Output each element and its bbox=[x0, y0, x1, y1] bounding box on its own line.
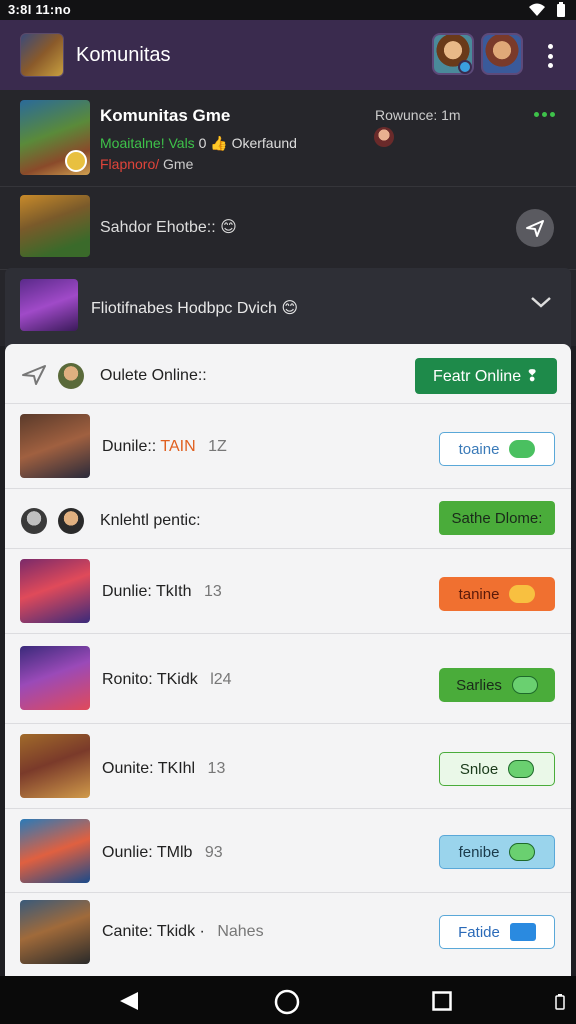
gamepad-icon bbox=[509, 585, 536, 603]
avatar bbox=[21, 508, 47, 534]
post-meta: Rowunce: 1m bbox=[375, 107, 461, 123]
gamepad-icon bbox=[509, 843, 536, 861]
avatar bbox=[58, 508, 84, 534]
page-title: Komunitas bbox=[76, 44, 171, 66]
game-row[interactable]: Dunlie: TkIth 13 tanine bbox=[5, 549, 571, 634]
status-bar: 3:8I 11:no bbox=[0, 0, 576, 20]
feed-post[interactable]: Komunitas Gme Moaitalne! Vals 0 👍 Okerfa… bbox=[0, 90, 576, 187]
game-thumbnail bbox=[20, 819, 90, 883]
game-action-button[interactable]: tanine bbox=[439, 577, 555, 611]
home-icon[interactable] bbox=[274, 989, 300, 1015]
game-row[interactable]: Ounlie: TMlb 93 fenibe bbox=[5, 809, 571, 893]
game-action-button[interactable]: fenibe bbox=[439, 835, 555, 869]
avatar bbox=[58, 363, 84, 389]
game-title: Ounite: TKIhl 13 bbox=[102, 760, 226, 777]
send-icon bbox=[526, 220, 544, 237]
battery-saver-icon bbox=[555, 994, 565, 1010]
feed-post[interactable]: Sahdor Ehotbe:: 😊 bbox=[0, 187, 576, 270]
system-nav-bar bbox=[0, 976, 576, 1024]
game-thumbnail bbox=[20, 414, 90, 478]
app-bar: Komunitas bbox=[0, 20, 576, 90]
game-action-button[interactable]: Snloe bbox=[439, 752, 555, 786]
avatar-secondary[interactable] bbox=[481, 33, 523, 75]
section-action-button[interactable]: Sathe Dlome: bbox=[439, 501, 555, 535]
post-category: Flapnoro/ Gme bbox=[100, 156, 194, 172]
app-logo bbox=[20, 33, 64, 77]
post-author-avatar bbox=[374, 127, 394, 147]
post-more-icon[interactable] bbox=[534, 112, 555, 117]
battery-icon bbox=[557, 2, 565, 17]
recents-icon[interactable] bbox=[432, 991, 452, 1011]
group-thumbnail bbox=[20, 279, 78, 331]
game-title: Canite: Tkidk · Nahes bbox=[102, 923, 264, 940]
game-thumbnail bbox=[20, 734, 90, 798]
game-action-button[interactable]: Fatide bbox=[439, 915, 555, 949]
wifi-icon bbox=[529, 3, 545, 16]
online-panel: Oulete Online:: Featr Online ❢ Dunile:: … bbox=[5, 344, 571, 976]
online-header-label: Oulete Online:: bbox=[100, 367, 207, 384]
game-action-button[interactable]: Sarlies bbox=[439, 668, 555, 702]
section-header-label: Knlehtl pentic: bbox=[100, 512, 201, 529]
game-title: Dunile:: TAIN 1Z bbox=[102, 438, 227, 455]
game-title: Ronito: TKidk Ɩ24 bbox=[102, 671, 232, 688]
send-button[interactable] bbox=[516, 209, 554, 247]
game-row[interactable]: Canite: Tkidk · Nahes Fatide bbox=[5, 893, 571, 976]
gamepad-icon bbox=[509, 440, 536, 458]
game-action-button[interactable]: toaine bbox=[439, 432, 555, 466]
game-title: Ounlie: TMlb 93 bbox=[102, 844, 223, 861]
expandable-group[interactable]: Fliotifnabes Hodbpc Dvich 😊 bbox=[5, 268, 571, 348]
gamepad-icon bbox=[509, 923, 536, 941]
back-icon[interactable] bbox=[118, 990, 140, 1012]
game-row[interactable]: Ronito: TKidk Ɩ24 Sarlies bbox=[5, 634, 571, 724]
more-options-icon[interactable] bbox=[538, 42, 562, 70]
featured-online-button[interactable]: Featr Online ❢ bbox=[415, 358, 557, 394]
verified-check-icon bbox=[458, 60, 472, 74]
chevron-down-icon[interactable] bbox=[529, 294, 553, 310]
status-icons bbox=[528, 2, 566, 18]
game-row[interactable]: Dunile:: TAIN 1Z toaine bbox=[5, 404, 571, 489]
post-thumbnail bbox=[20, 195, 90, 257]
game-thumbnail bbox=[20, 900, 90, 964]
post-title: Sahdor Ehotbe:: 😊 bbox=[100, 219, 237, 236]
online-header: Oulete Online:: Featr Online ❢ bbox=[5, 344, 571, 404]
game-thumbnail bbox=[20, 646, 90, 710]
gamepad-icon bbox=[511, 676, 538, 694]
status-time: 3:8I 11:no bbox=[8, 2, 71, 17]
game-thumbnail bbox=[20, 559, 90, 623]
game-title: Dunlie: TkIth 13 bbox=[102, 583, 222, 600]
section-header: Knlehtl pentic: Sathe Dlome: bbox=[5, 489, 571, 549]
gamepad-icon bbox=[508, 760, 535, 778]
game-row[interactable]: Ounite: TKIhl 13 Snloe bbox=[5, 724, 571, 809]
post-title: Komunitas Gme bbox=[100, 106, 231, 125]
post-badge-icon bbox=[65, 150, 87, 172]
group-title: Fliotifnabes Hodbpc Dvich 😊 bbox=[91, 300, 299, 317]
navigation-icon bbox=[22, 365, 46, 385]
post-subtitle: Moaitalne! Vals 0 👍 Okerfaund bbox=[100, 135, 297, 151]
